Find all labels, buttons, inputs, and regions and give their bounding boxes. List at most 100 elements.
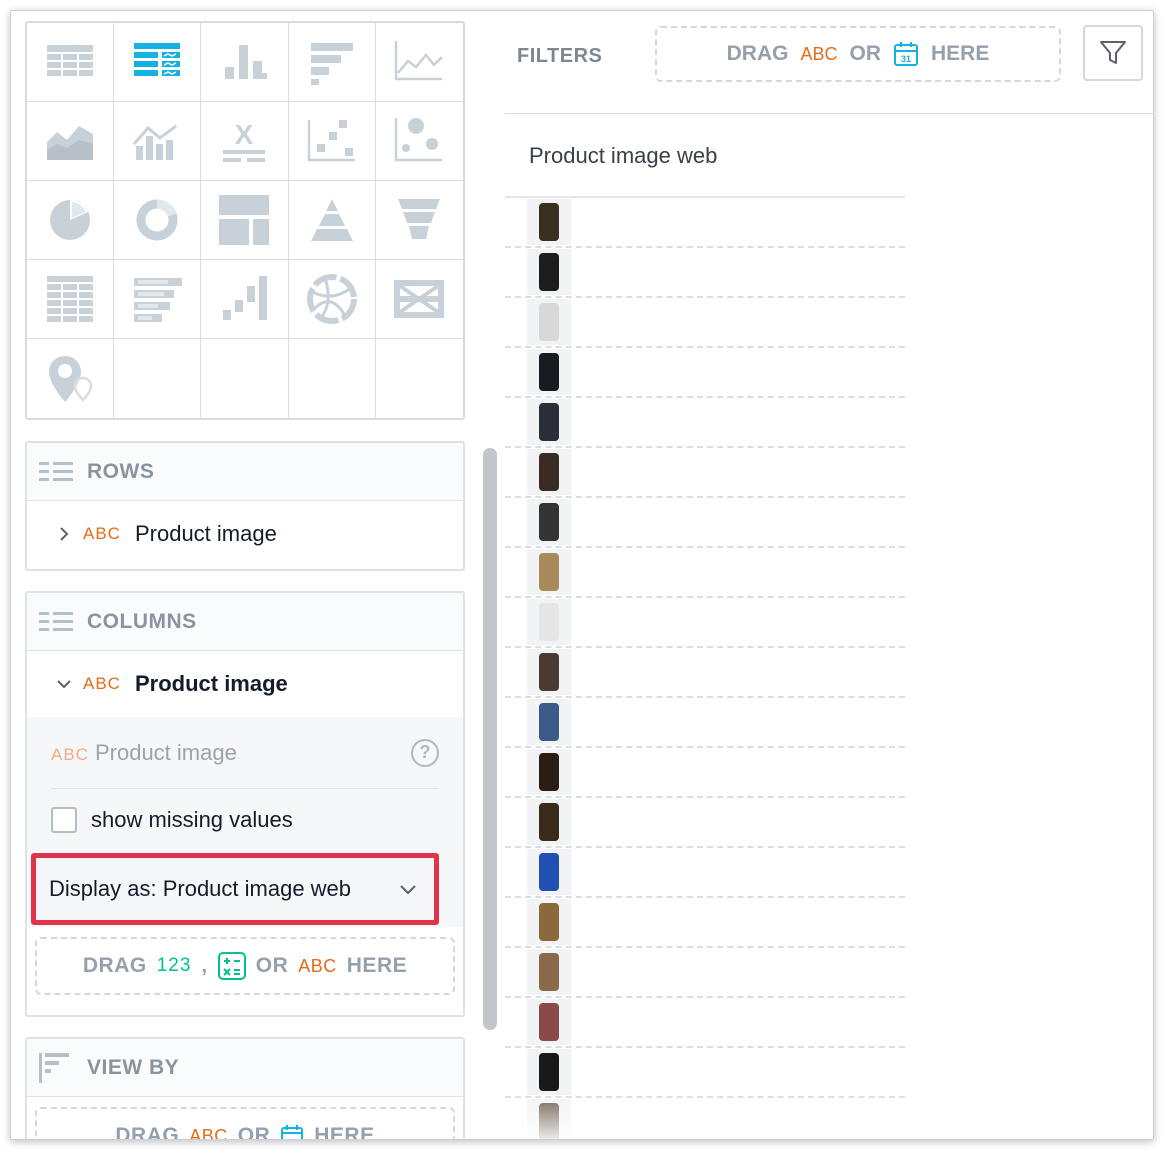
table-row[interactable] [505,898,905,948]
product-image-thumbnail[interactable] [527,499,571,545]
product-image-thumbnail[interactable] [527,799,571,845]
columns-dropzone[interactable]: DRAG 123 , OR ABC HERE [35,937,455,995]
dropzone-text: DRAG [82,954,147,977]
viz-headline-table-button[interactable] [114,23,202,102]
table-row[interactable] [505,648,905,698]
app-window: X ROWS ABC Product image COLUMNS ABC Pro… [10,10,1154,1140]
product-image-thumbnail[interactable] [527,999,571,1045]
rows-item-label: Product image [134,521,277,546]
attribute-type-tag: ABC [298,955,337,976]
dropzone-text: OR [255,954,289,977]
viz-xirr-button[interactable]: X [201,102,289,181]
bubble-chart-icon [395,118,443,162]
columns-title: COLUMNS [87,609,197,633]
sankey-chart-icon [394,280,445,318]
pyramid-chart-icon [310,199,353,241]
viz-bar-chart-button[interactable] [288,23,376,102]
viz-pyramid-chart-button[interactable] [288,181,376,260]
column-header[interactable]: Product image web [505,115,905,198]
product-image-thumbnail[interactable] [527,299,571,345]
rows-bucket-header: ROWS [27,443,463,501]
viz-bubble-chart-button[interactable] [375,102,463,181]
table-row[interactable] [505,498,905,548]
product-image-thumbnail[interactable] [527,899,571,945]
svg-text:31: 31 [901,54,911,64]
attribute-selector[interactable]: ABC Product image ? [51,717,439,789]
table-row[interactable] [505,698,905,748]
product-image-thumbnail[interactable] [527,1049,571,1095]
show-missing-values-option[interactable]: show missing values [51,789,439,851]
rows-bucket: ROWS ABC Product image [25,441,465,571]
product-image-thumbnail[interactable] [527,849,571,895]
product-image-thumbnail[interactable] [527,399,571,445]
viz-pie-chart-button[interactable] [27,181,115,260]
viz-combo-chart-button[interactable] [114,102,202,181]
dropzone-text: HERE [314,1124,375,1140]
speakers-image [527,499,571,545]
filter-button[interactable] [1083,25,1143,81]
viz-column-chart-button[interactable] [201,23,289,102]
furniture-image [527,449,571,495]
donut-chart-icon [136,199,178,241]
calendar-icon: 31 [894,42,918,66]
joggers-image [527,249,571,295]
filters-dropzone[interactable]: DRAG ABC OR 31 HERE [655,26,1061,82]
viz-dependency-wheel-button[interactable] [288,260,376,339]
view-by-dropzone[interactable]: DRAG ABC OR HERE [35,1107,455,1140]
table-row[interactable] [505,848,905,898]
viz-bullet-chart-button[interactable] [114,260,202,339]
product-image-thumbnail[interactable] [527,949,571,995]
table-row[interactable] [505,348,905,398]
viz-donut-chart-button[interactable] [114,181,202,260]
help-icon[interactable]: ? [411,738,439,767]
product-image-thumbnail[interactable] [527,549,571,595]
table-row[interactable] [505,398,905,448]
view-by-bucket-header: VIEW BY [27,1039,463,1097]
viz-area-chart-button[interactable] [27,102,115,181]
rows-item-product-image[interactable]: ABC Product image [27,501,463,567]
viz-table-button[interactable] [27,23,115,102]
table-row[interactable] [505,448,905,498]
viz-geo-pushpin-button[interactable] [27,339,115,418]
table-row[interactable] [505,598,905,648]
table-row[interactable] [505,548,905,598]
show-missing-values-checkbox[interactable] [51,807,77,833]
table-row[interactable] [505,748,905,798]
product-image-thumbnail[interactable] [527,249,571,295]
viz-sankey-chart-button[interactable] [375,260,463,339]
columns-bucket-header: COLUMNS [27,593,463,651]
geo-pushpin-icon [49,355,93,402]
table-icon [47,45,94,76]
attribute-name: Product image [94,739,237,765]
table-row[interactable] [505,998,905,1048]
heatmap-icon [47,276,94,322]
product-image-thumbnail[interactable] [527,749,571,795]
viz-treemap-button[interactable] [201,181,289,260]
product-image-thumbnail[interactable] [527,699,571,745]
table-row[interactable] [505,298,905,348]
product-image-thumbnail[interactable] [527,649,571,695]
product-image-thumbnail[interactable] [527,199,571,245]
viz-funnel-chart-button[interactable] [375,181,463,260]
viz-scatter-plot-button[interactable] [288,102,376,181]
product-image-thumbnail[interactable] [527,449,571,495]
columns-item-product-image[interactable]: ABC Product image [27,651,463,717]
product-image-thumbnail[interactable] [527,349,571,395]
pouf-image [527,949,571,995]
parka-image [527,549,571,595]
viz-waterfall-chart-button[interactable] [201,260,289,339]
left-panel-scrollbar[interactable] [483,448,497,1030]
viz-line-chart-button[interactable] [375,23,463,102]
rows-bars-icon [39,461,73,481]
attribute-config-panel: ABC Product image ? show missing values D… [27,717,463,927]
area-chart-icon [47,126,94,160]
columns-bucket: COLUMNS ABC Product image ABC Product ima… [25,591,465,1017]
viz-heatmap-button[interactable] [27,260,115,339]
product-image-thumbnail[interactable] [527,599,571,645]
numeric-tag: 123 [156,955,192,976]
table-row[interactable] [505,798,905,848]
table-row[interactable] [505,948,905,998]
table-row[interactable] [505,198,905,248]
table-row[interactable] [505,248,905,298]
svg-text:X: X [235,119,254,150]
